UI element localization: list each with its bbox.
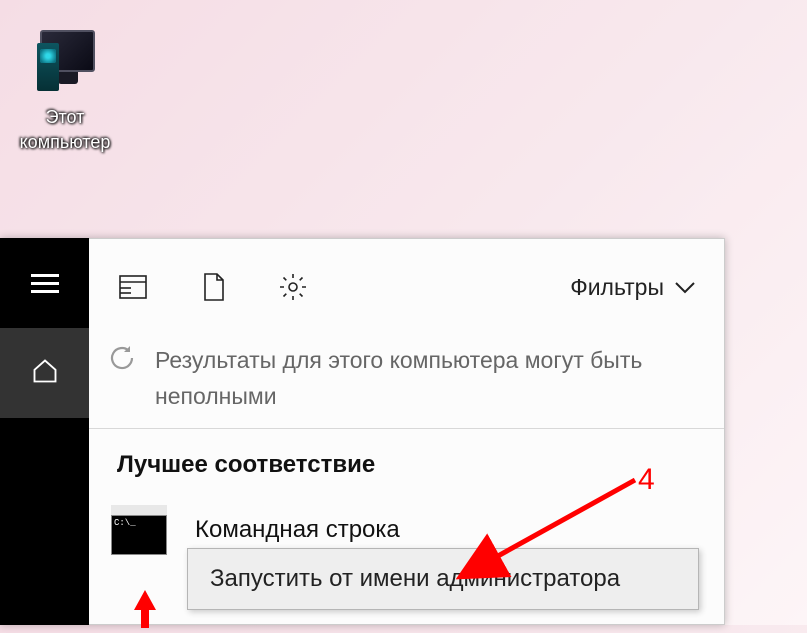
- hamburger-icon: [31, 269, 59, 298]
- search-result-title: Командная строка: [195, 516, 400, 544]
- refresh-icon: [107, 343, 137, 378]
- search-top-row: Фильтры: [89, 239, 724, 335]
- chevron-down-icon: [674, 274, 696, 301]
- this-pc-icon: [25, 25, 105, 100]
- desktop-icon-label: Этот компьютер: [10, 105, 120, 155]
- settings-scope-button[interactable]: [277, 271, 309, 303]
- home-icon: [31, 357, 59, 390]
- indexing-info-row: Результаты для этого компьютера могут бы…: [89, 335, 724, 429]
- context-item-run-as-admin[interactable]: Запустить от имени администратора: [188, 549, 698, 609]
- apps-scope-button[interactable]: [117, 271, 149, 303]
- filters-dropdown[interactable]: Фильтры: [570, 274, 696, 301]
- search-result-cmd[interactable]: Командная строка: [89, 487, 724, 555]
- documents-scope-button[interactable]: [197, 271, 229, 303]
- indexing-info-text: Результаты для этого компьютера могут бы…: [155, 343, 696, 414]
- hamburger-button[interactable]: [0, 238, 89, 328]
- desktop-icon-this-pc[interactable]: Этот компьютер: [10, 25, 120, 155]
- filters-label: Фильтры: [570, 274, 664, 301]
- left-rail: [0, 238, 89, 625]
- home-button[interactable]: [0, 328, 89, 418]
- context-menu: Запустить от имени администратора: [187, 548, 699, 610]
- best-match-heading: Лучшее соответствие: [89, 429, 724, 487]
- cmd-icon: [111, 505, 167, 555]
